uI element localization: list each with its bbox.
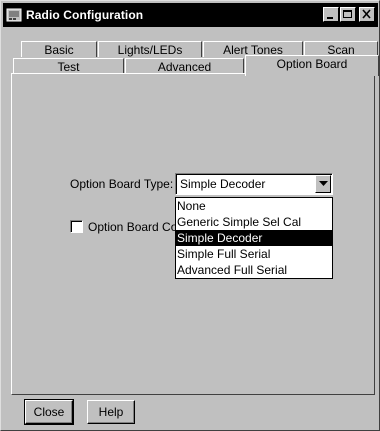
close-window-button[interactable] — [359, 7, 375, 22]
dropdown-option-selected[interactable]: Simple Decoder — [176, 230, 332, 246]
minimize-icon — [327, 17, 333, 19]
tab-label: Option Board — [276, 57, 348, 71]
option-board-type-select[interactable]: Simple Decoder — [175, 173, 333, 195]
minimize-button[interactable] — [323, 7, 339, 22]
window-title: Radio Configuration — [26, 8, 144, 22]
maximize-icon — [343, 10, 352, 18]
tab-label: Advanced — [157, 60, 212, 74]
option-board-conf-label: Option Board Conf — [88, 220, 188, 234]
dropdown-button[interactable] — [315, 175, 331, 193]
help-button[interactable]: Help — [87, 400, 135, 424]
close-icon — [362, 9, 371, 19]
tab-advanced[interactable]: Advanced — [125, 58, 244, 74]
option-board-conf-checkbox[interactable] — [70, 220, 83, 233]
dropdown-option[interactable]: None — [176, 198, 332, 214]
tab-basic[interactable]: Basic — [21, 41, 97, 57]
close-button-label: Close — [33, 405, 65, 419]
close-button[interactable]: Close — [24, 399, 74, 425]
option-board-type-label: Option Board Type: — [70, 177, 174, 191]
tab-lights-leds[interactable]: Lights/LEDs — [98, 41, 202, 57]
dropdown-option[interactable]: Generic Simple Sel Cal — [176, 214, 332, 230]
maximize-button[interactable] — [340, 7, 356, 22]
tab-label: Lights/LEDs — [117, 43, 183, 57]
option-board-type-dropdown: None Generic Simple Sel Cal Simple Decod… — [175, 197, 333, 279]
tab-label: Basic — [44, 43, 74, 57]
radio-configuration-window: Radio Configuration Basic Lights/LEDs Al… — [0, 0, 380, 431]
dropdown-option[interactable]: Simple Full Serial — [176, 246, 332, 262]
option-board-type-value: Simple Decoder — [180, 177, 266, 191]
chevron-down-icon — [318, 181, 328, 186]
dropdown-option[interactable]: Advanced Full Serial — [176, 262, 332, 278]
title-bar[interactable]: Radio Configuration — [3, 3, 378, 27]
window-controls — [322, 7, 375, 22]
tab-test[interactable]: Test — [13, 58, 124, 74]
app-icon — [6, 8, 22, 22]
tab-option-board[interactable]: Option Board — [245, 55, 379, 76]
help-button-label: Help — [98, 405, 124, 419]
tab-label: Test — [57, 60, 80, 74]
